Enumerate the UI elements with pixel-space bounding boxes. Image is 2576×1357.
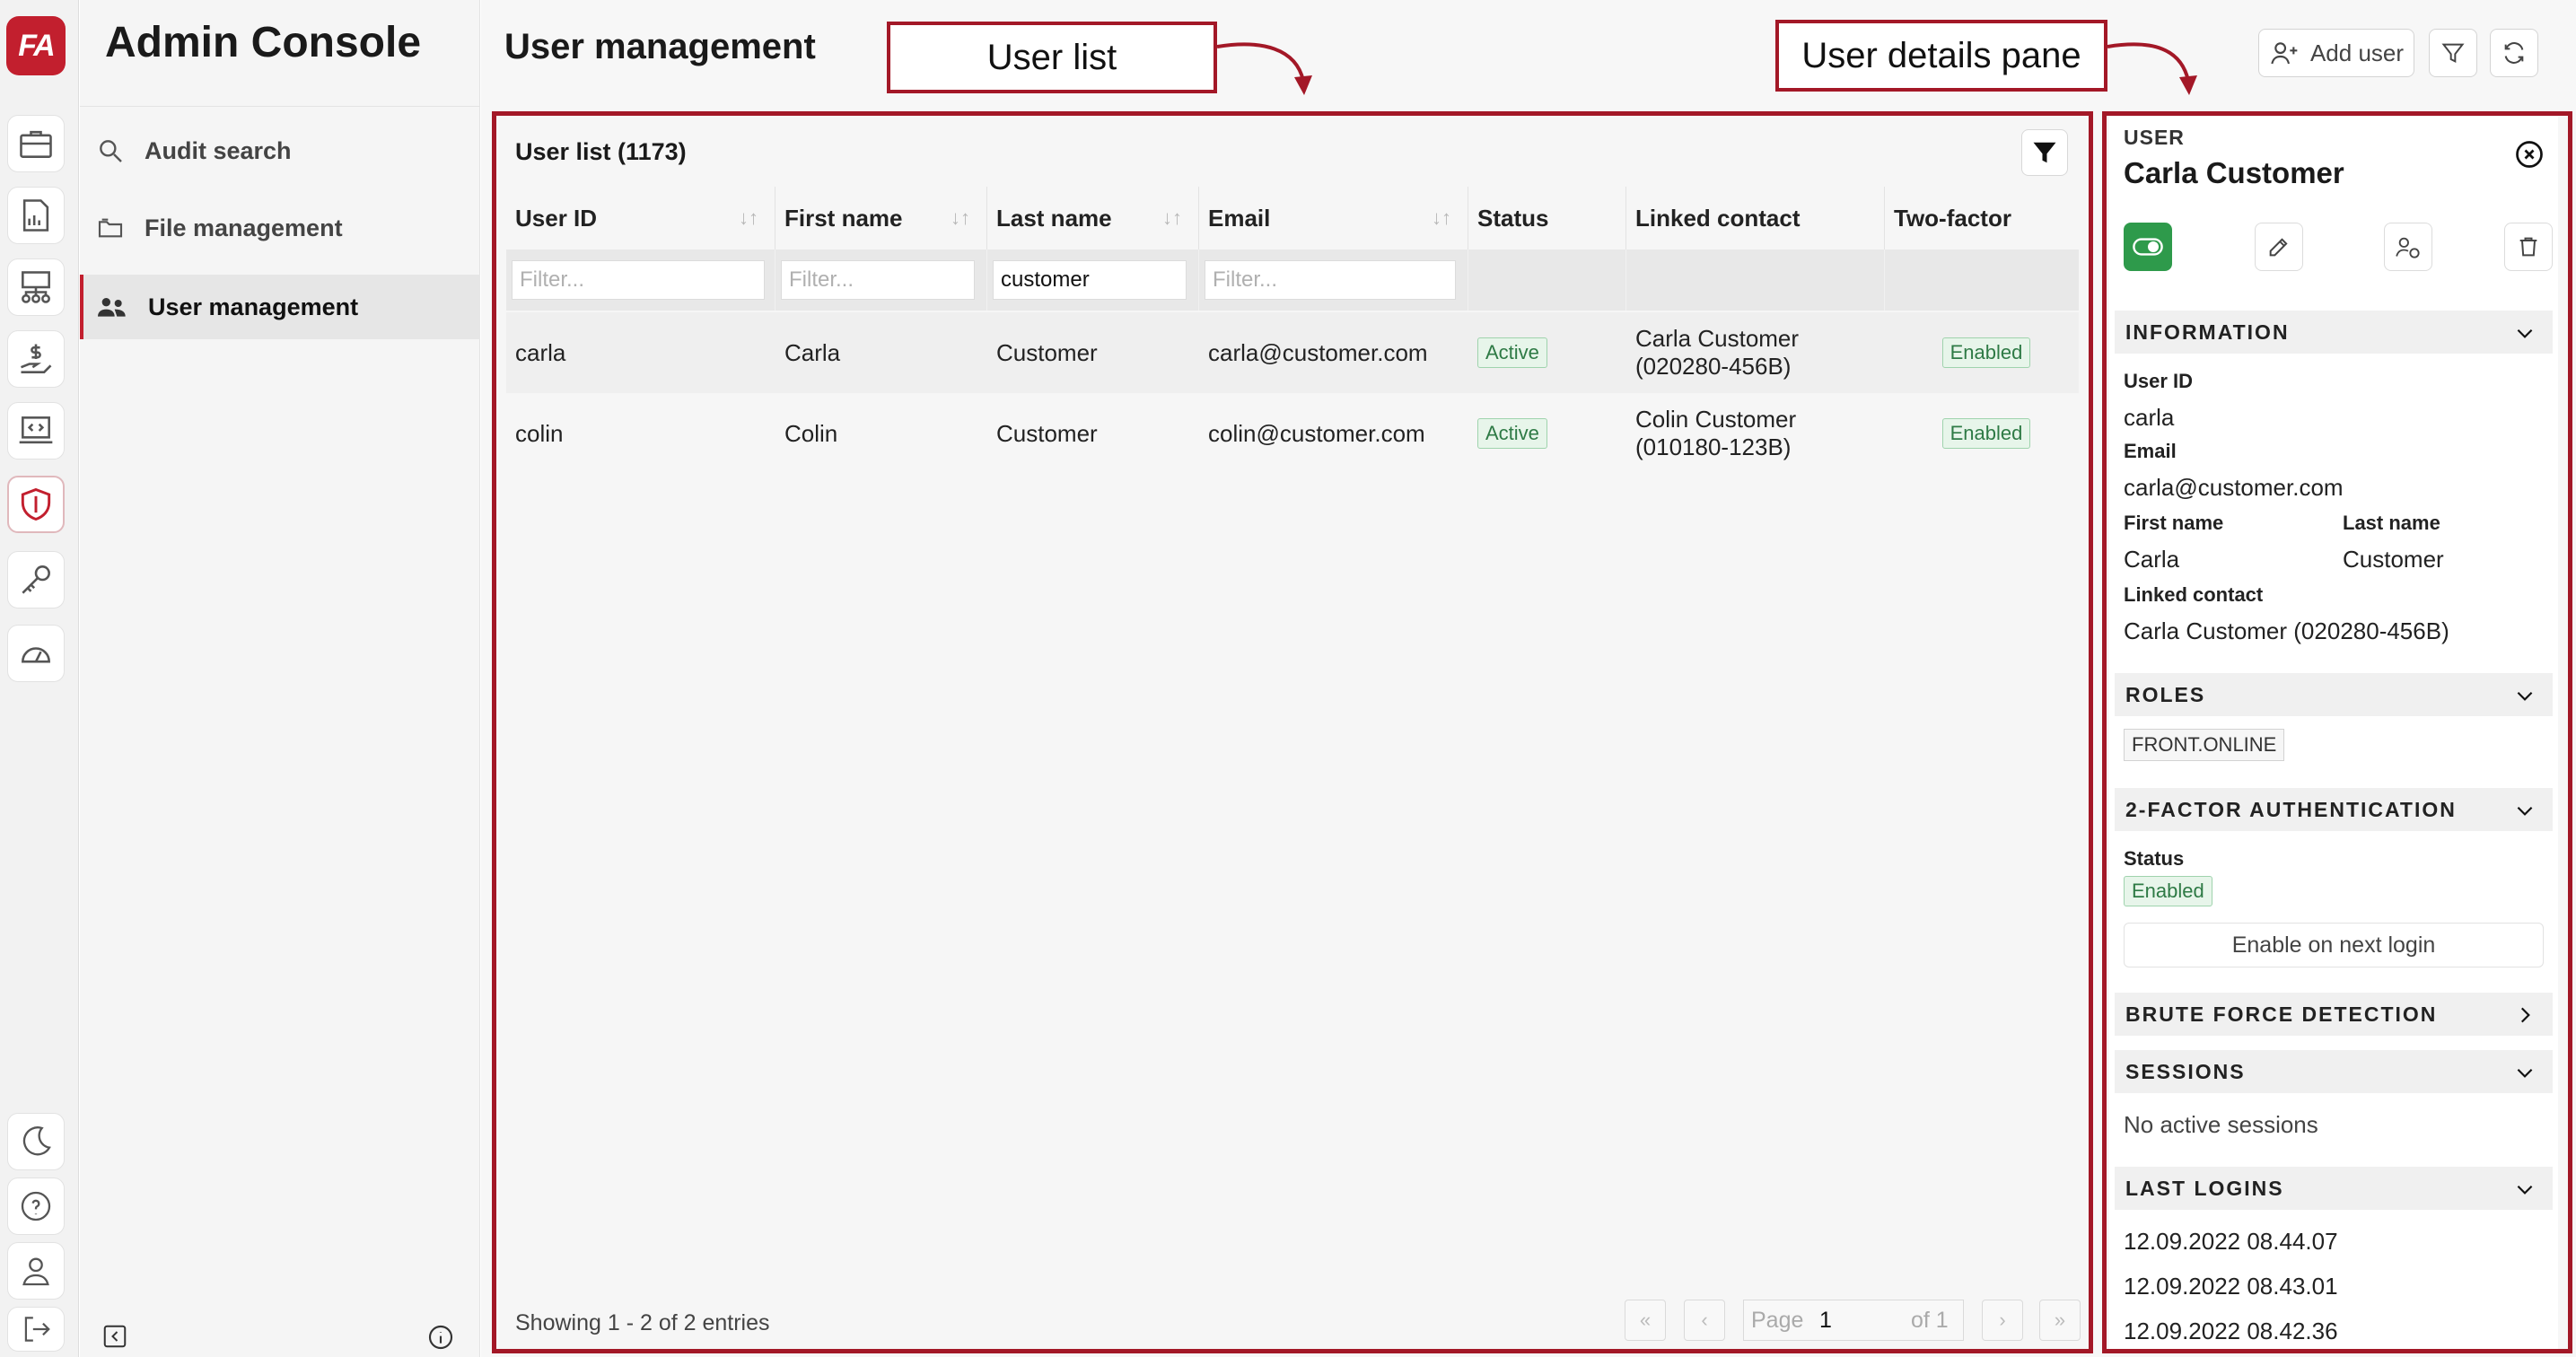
users-icon — [96, 293, 128, 321]
filter-icon — [2440, 40, 2466, 66]
refresh-button[interactable] — [2490, 29, 2538, 77]
nav-label: Audit search — [145, 136, 292, 164]
callout-arrow — [1217, 42, 1312, 95]
logout-icon[interactable] — [7, 1307, 65, 1352]
nav-item-audit-search[interactable]: Audit search — [80, 118, 480, 183]
collapse-sidebar-icon[interactable] — [101, 1323, 128, 1350]
folder-icon — [96, 214, 125, 242]
page-title: User management — [504, 27, 816, 66]
nav-item-user-management[interactable]: User management — [80, 275, 480, 339]
callout-user-list: User list — [887, 22, 1217, 93]
annotation-box-user-details — [2102, 111, 2572, 1353]
app-logo: FA — [6, 16, 66, 75]
code-laptop-icon[interactable] — [7, 402, 65, 460]
main-area: User management User list User details p… — [481, 0, 2576, 1357]
callout-arrow — [2107, 42, 2197, 95]
shield-icon[interactable] — [7, 476, 65, 533]
help-icon[interactable] — [7, 1178, 65, 1235]
network-icon[interactable] — [7, 258, 65, 316]
sidebar-footer — [80, 1312, 480, 1357]
nav-label: File management — [145, 214, 343, 241]
search-icon — [96, 136, 125, 165]
add-user-button[interactable]: Add user — [2258, 29, 2414, 77]
moon-icon[interactable] — [7, 1113, 65, 1170]
nav-item-file-management[interactable]: File management — [80, 196, 480, 260]
refresh-icon — [2502, 40, 2527, 66]
money-hand-icon[interactable] — [7, 330, 65, 388]
add-user-label: Add user — [2309, 39, 2405, 66]
report-chart-icon[interactable] — [7, 187, 65, 244]
info-icon[interactable] — [426, 1323, 455, 1352]
filter-button[interactable] — [2429, 29, 2477, 77]
divider — [80, 106, 480, 107]
icon-rail: FA — [0, 0, 79, 1357]
annotation-box-user-list — [492, 111, 2093, 1353]
add-user-icon — [2269, 39, 2301, 67]
gauge-icon[interactable] — [7, 625, 65, 682]
sidebar: Admin Console Audit search File manageme… — [80, 0, 480, 1357]
user-icon[interactable] — [7, 1242, 65, 1300]
briefcase-icon[interactable] — [7, 115, 65, 172]
nav-label: User management — [148, 293, 359, 320]
app-title: Admin Console — [105, 19, 422, 66]
key-icon[interactable] — [7, 551, 65, 608]
callout-user-details: User details pane — [1775, 20, 2107, 92]
